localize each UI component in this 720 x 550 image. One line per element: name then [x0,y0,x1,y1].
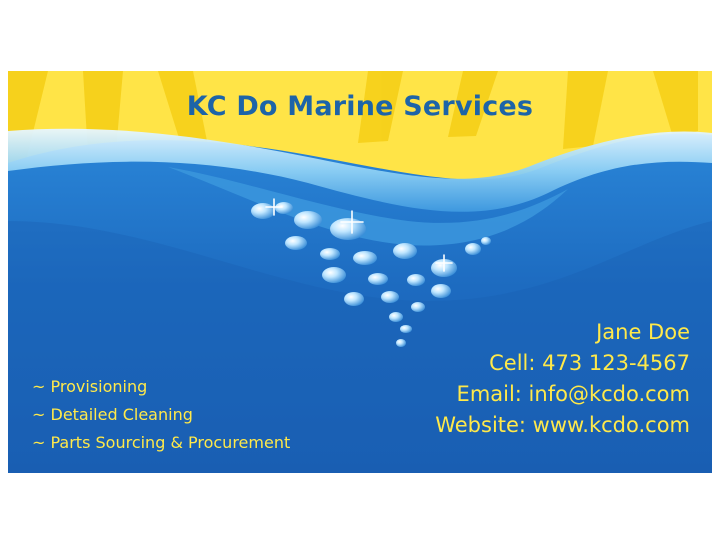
contact-cell: Cell: 473 123-4567 [489,351,690,375]
services-list: ~ Provisioning ~ Detailed Cleaning ~ Par… [32,373,290,457]
service-item: ~ Provisioning [32,377,148,396]
contact-block: Jane Doe Cell: 473 123-4567 Email: info@… [435,317,690,441]
contact-email: Email: info@kcdo.com [456,382,690,406]
service-item: ~ Detailed Cleaning [32,405,193,424]
company-name: KC Do Marine Services [186,91,534,122]
business-card: KC Do Marine Services ~ Provisioning ~ D… [8,71,712,473]
contact-name: Jane Doe [596,320,690,344]
contact-website: Website: www.kcdo.com [435,413,690,437]
service-item: ~ Parts Sourcing & Procurement [32,433,291,452]
